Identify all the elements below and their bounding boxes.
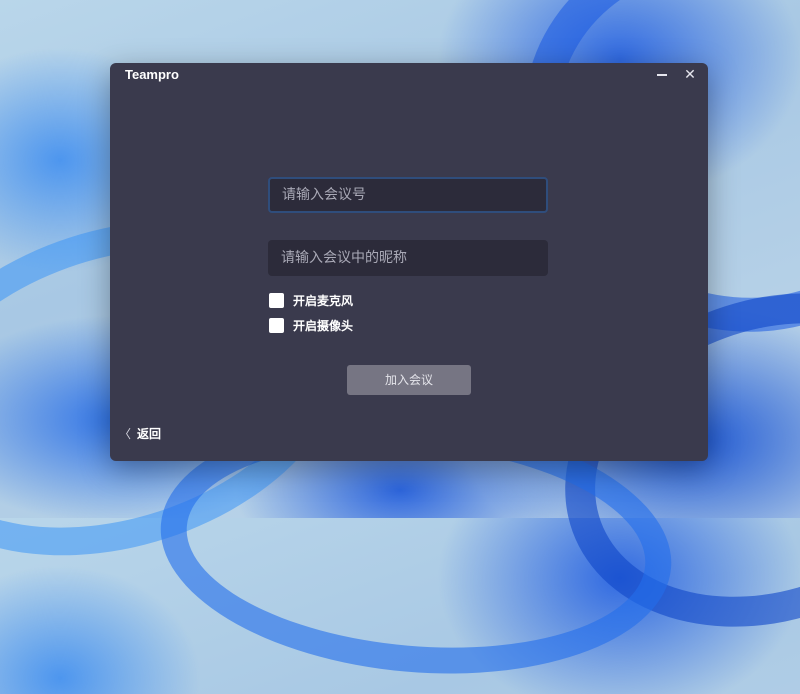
meeting-id-field (268, 177, 548, 213)
camera-option[interactable]: 开启摄像头 (269, 317, 353, 333)
app-title: Teampro (125, 67, 179, 82)
minimize-button[interactable] (652, 65, 672, 85)
close-button[interactable]: ✕ (680, 65, 700, 85)
title-bar[interactable]: Teampro ✕ (110, 63, 708, 87)
camera-checkbox[interactable] (269, 317, 284, 333)
back-label: 返回 (137, 427, 162, 441)
nickname-input[interactable] (269, 241, 547, 275)
chevron-left-icon: 〈 (119, 427, 132, 441)
mic-checkbox[interactable] (269, 292, 284, 308)
mic-option[interactable]: 开启麦克风 (269, 292, 353, 308)
minimize-icon (657, 74, 667, 76)
back-link[interactable]: 〈 返回 (119, 425, 161, 442)
join-meeting-window: Teampro ✕ 开启麦克风 开启摄像头 加入会议 〈 返回 (110, 63, 708, 461)
nickname-field (268, 240, 548, 276)
camera-label: 开启摄像头 (293, 318, 354, 333)
join-meeting-button[interactable]: 加入会议 (347, 365, 471, 395)
close-icon: ✕ (684, 67, 696, 83)
mic-label: 开启麦克风 (293, 293, 354, 308)
meeting-id-input[interactable] (270, 179, 546, 211)
